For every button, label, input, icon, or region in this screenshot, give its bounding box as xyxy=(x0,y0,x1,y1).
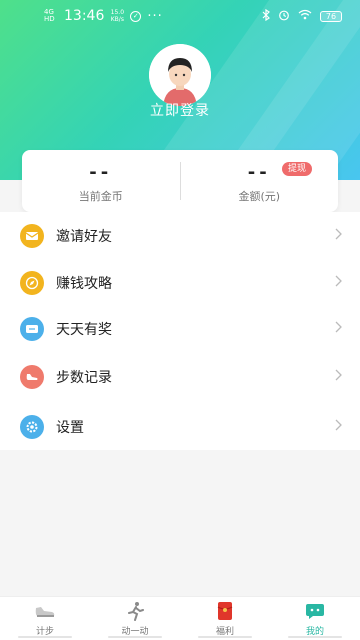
signal-indicator: 4G HD xyxy=(44,8,55,23)
red-envelope-icon xyxy=(214,600,236,622)
menu-item-settings[interactable]: 设置 xyxy=(0,402,360,452)
amount-stat: -- 金额(元) 提现 xyxy=(181,150,339,212)
chevron-right-icon xyxy=(335,369,342,385)
status-bar: 4G HD 13:46 15.0 KB/s ✓ ··· 76 xyxy=(0,0,360,32)
login-link[interactable]: 立即登录 xyxy=(0,100,360,120)
menu-item-label: 天天有奖 xyxy=(56,322,112,338)
menu-item-label: 设置 xyxy=(56,420,84,436)
runner-icon xyxy=(124,600,146,622)
tab-underline xyxy=(108,636,162,638)
tab-mine[interactable]: 我的 xyxy=(270,597,360,640)
withdraw-button[interactable]: 提现 xyxy=(281,162,312,176)
coins-label: 当前金币 xyxy=(78,190,123,203)
battery-indicator: 76 xyxy=(320,10,342,22)
avatar[interactable] xyxy=(149,44,211,106)
ticket-icon xyxy=(20,317,44,341)
menu-list: 邀请好友 赚钱攻略 天天有奖 步数记录 设置 xyxy=(0,212,360,450)
chevron-right-icon xyxy=(335,419,342,435)
coins-value: -- xyxy=(89,162,113,183)
user-avatar-icon xyxy=(149,44,211,106)
tab-welfare[interactable]: 福利 xyxy=(180,597,270,640)
gear-icon xyxy=(20,415,44,439)
sneaker-icon xyxy=(34,600,56,622)
chevron-right-icon xyxy=(335,321,342,337)
chevron-right-icon xyxy=(335,275,342,291)
status-time: 13:46 xyxy=(64,8,105,24)
tab-underline xyxy=(288,636,342,638)
wifi-icon xyxy=(298,9,312,23)
compass-icon xyxy=(20,271,44,295)
menu-item-earning-guide[interactable]: 赚钱攻略 xyxy=(0,260,360,306)
amount-label: 金额(元) xyxy=(238,190,281,203)
more-notifications-icon: ··· xyxy=(147,8,163,24)
chevron-right-icon xyxy=(335,228,342,244)
tab-underline xyxy=(198,636,252,638)
tab-underline xyxy=(18,636,72,638)
stats-card: -- 当前金币 -- 金额(元) 提现 xyxy=(22,150,338,212)
tab-move[interactable]: 动一动 xyxy=(90,597,180,640)
app-notification-icon: ✓ xyxy=(130,10,142,22)
menu-item-label: 步数记录 xyxy=(56,370,112,386)
menu-item-label: 邀请好友 xyxy=(56,229,112,245)
tab-step-counter[interactable]: 计步 xyxy=(0,597,90,640)
bottom-tab-bar: 计步 动一动 福利 我的 xyxy=(0,596,360,640)
alarm-icon xyxy=(278,9,290,24)
coins-stat: -- 当前金币 xyxy=(22,150,180,212)
menu-item-daily-prize[interactable]: 天天有奖 xyxy=(0,306,360,352)
bluetooth-icon xyxy=(262,8,270,24)
smile-bubble-icon xyxy=(304,600,326,622)
amount-value: -- xyxy=(247,162,271,183)
network-speed: 15.0 KB/s xyxy=(110,9,125,23)
menu-item-invite-friends[interactable]: 邀请好友 xyxy=(0,212,360,260)
envelope-icon xyxy=(20,224,44,248)
shoe-icon xyxy=(20,365,44,389)
menu-item-label: 赚钱攻略 xyxy=(56,276,112,292)
menu-item-step-records[interactable]: 步数记录 xyxy=(0,352,360,402)
